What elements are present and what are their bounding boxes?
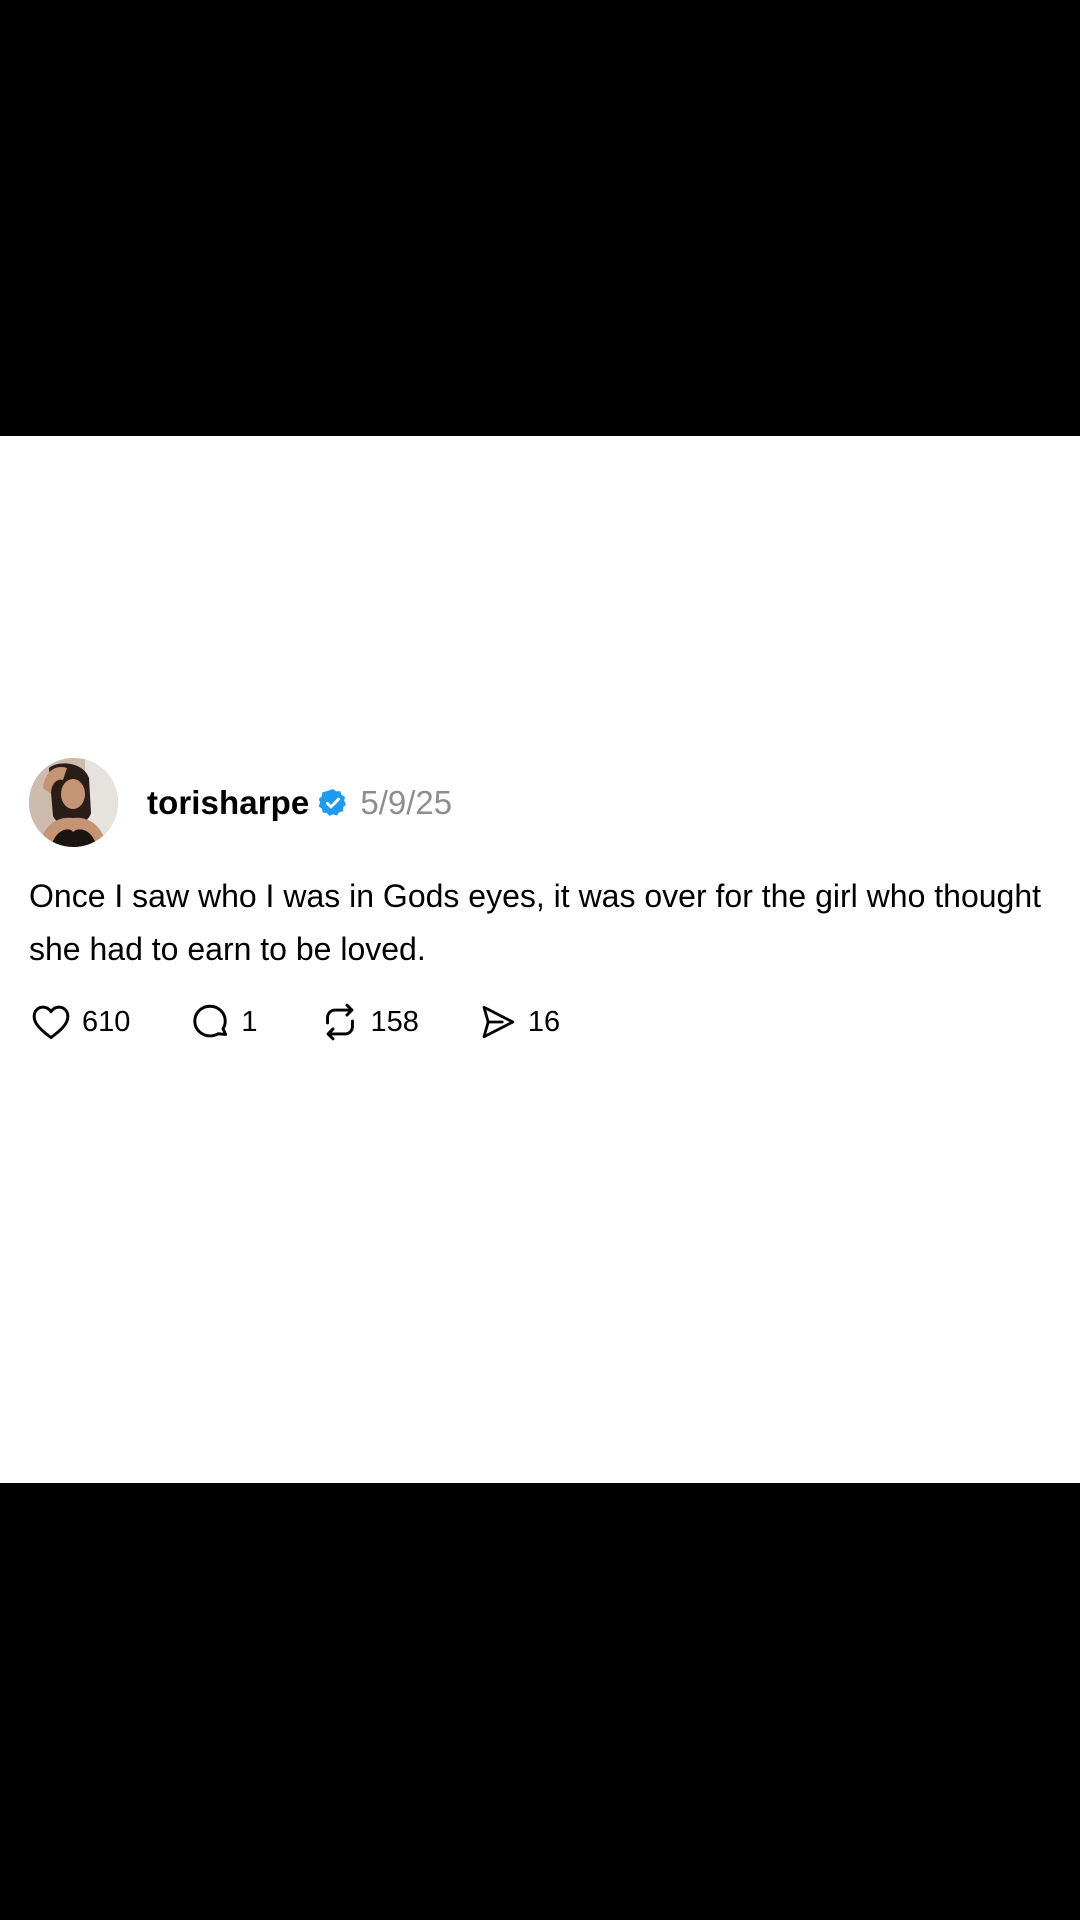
- post-card: torisharpe 5/9/25 Once I saw who I was i…: [0, 436, 1080, 1483]
- comment-button[interactable]: 1: [188, 1000, 258, 1044]
- video-frame: torisharpe 5/9/25 Once I saw who I was i…: [0, 0, 1080, 1920]
- comment-icon: [193, 1004, 228, 1038]
- post-date: 5/9/25: [360, 784, 453, 821]
- send-icon: [482, 1005, 515, 1039]
- repost-count: 158: [370, 1005, 419, 1038]
- username[interactable]: torisharpe: [147, 784, 309, 822]
- share-count: 16: [527, 1005, 561, 1038]
- repost-icon: [325, 1003, 354, 1041]
- post-text: Once I saw who I was in Gods eyes, it wa…: [29, 878, 1042, 967]
- like-button[interactable]: 610: [29, 1000, 130, 1044]
- share-button[interactable]: 16: [477, 1001, 560, 1043]
- action-bar: 610 1 158 16: [29, 999, 560, 1045]
- post-header: torisharpe 5/9/25: [147, 780, 452, 826]
- comment-count: 1: [241, 1005, 258, 1038]
- heart-icon: [32, 1005, 70, 1040]
- like-count: 610: [82, 1005, 131, 1038]
- verified-badge-icon: [317, 787, 349, 819]
- profile-photo-icon: [29, 758, 118, 847]
- repost-button[interactable]: 158: [318, 1000, 419, 1044]
- avatar[interactable]: [29, 758, 118, 847]
